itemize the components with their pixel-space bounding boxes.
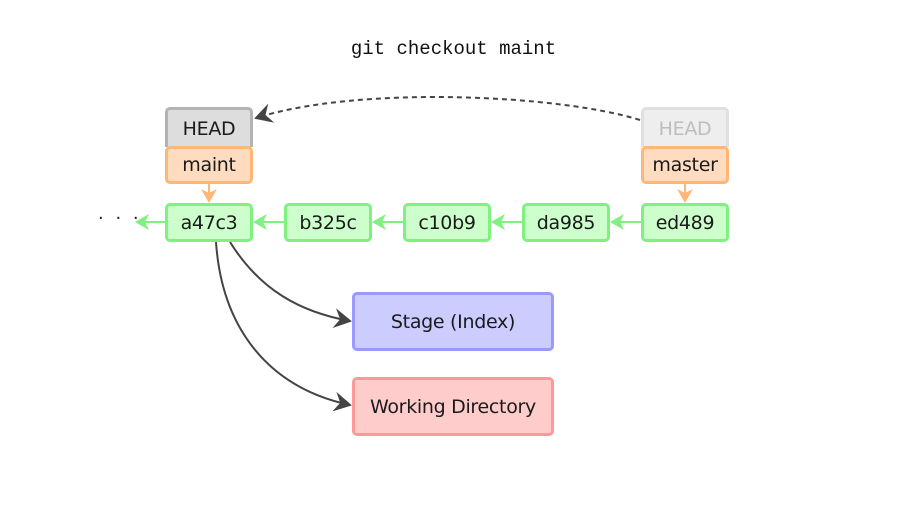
a47c3-to-stage-arrow <box>229 241 352 329</box>
working-directory-box: Working Directory <box>352 377 554 436</box>
head-move-arrow <box>254 96 641 123</box>
commit-node: a47c3 <box>165 203 253 242</box>
head-ref-current: HEAD <box>165 107 253 147</box>
branch-maint: maint <box>165 146 253 184</box>
commit-node: c10b9 <box>403 203 491 242</box>
branch-master: master <box>641 146 729 184</box>
commit-node: ed489 <box>641 203 729 242</box>
commit-node: da985 <box>522 203 610 242</box>
commit-node: b325c <box>284 203 372 242</box>
head-ref-previous: HEAD <box>641 107 729 147</box>
a47c3-to-workdir-arrow <box>215 241 352 412</box>
history-ellipsis: · · · <box>98 208 142 229</box>
stage-index-box: Stage (Index) <box>352 292 554 351</box>
diagram-edges <box>135 96 693 412</box>
